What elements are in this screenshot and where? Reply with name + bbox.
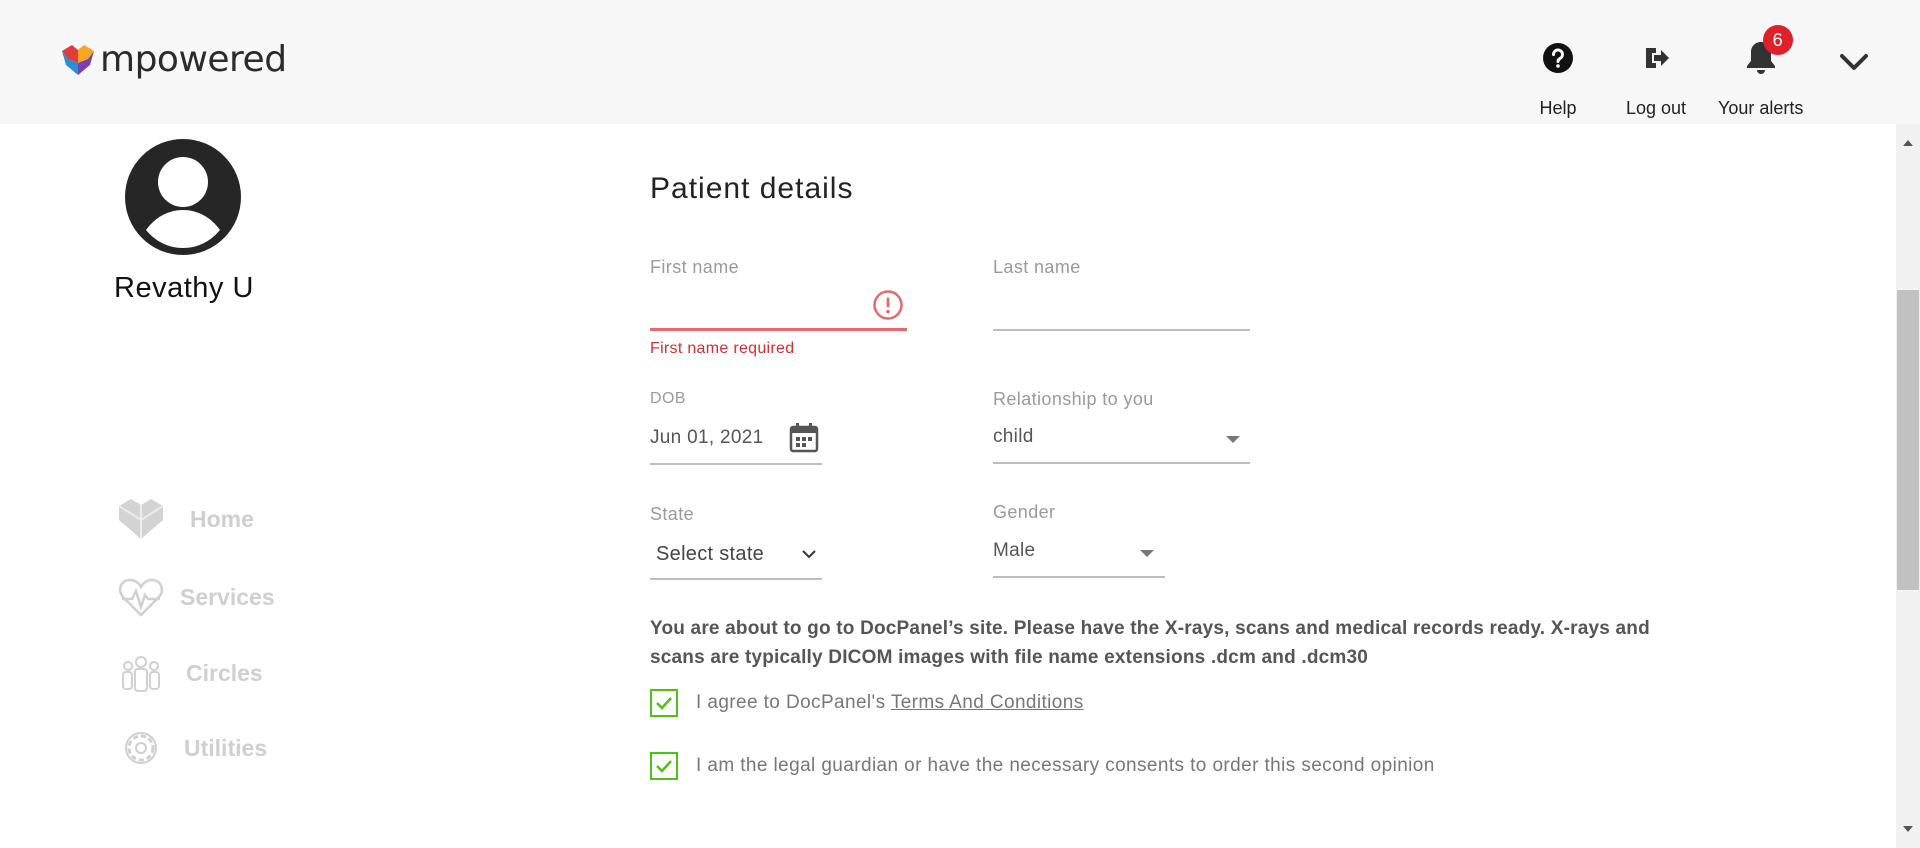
- legal-guardian-label: I am the legal guardian or have the nece…: [696, 755, 1435, 776]
- sidebar-item-label: Utilities: [184, 734, 268, 761]
- gender-select[interactable]: Male: [993, 540, 1035, 562]
- scrollbar[interactable]: [1896, 124, 1920, 848]
- alerts-button[interactable]: 6 Your alerts: [1718, 25, 1804, 119]
- avatar[interactable]: [124, 138, 242, 256]
- gender-underline: [993, 576, 1165, 578]
- logo-text: mpowered: [100, 39, 287, 80]
- first-name-input[interactable]: [650, 292, 860, 322]
- first-name-error: First name required: [650, 340, 795, 357]
- logo-heart-icon: [62, 45, 94, 75]
- mpowered-logo[interactable]: mpowered: [62, 42, 287, 78]
- state-label: State: [650, 504, 695, 524]
- agree-terms-prefix: I agree to DocPanel's: [696, 692, 891, 713]
- caret-down-icon[interactable]: [1224, 432, 1242, 444]
- last-name-input[interactable]: [993, 292, 1250, 322]
- gender-label: Gender: [993, 502, 1056, 522]
- state-underline: [650, 578, 822, 580]
- sidebar-item-services[interactable]: Services: [116, 574, 275, 620]
- sidebar-item-label: Home: [190, 505, 254, 532]
- checkmark-icon: [656, 697, 672, 710]
- sidebar-item-label: Services: [180, 583, 275, 610]
- sidebar-item-label: Circles: [186, 659, 263, 686]
- agree-terms-checkbox[interactable]: [650, 689, 678, 717]
- people-group-icon: [116, 650, 166, 696]
- dob-label: DOB: [650, 390, 686, 407]
- terms-link[interactable]: Terms And Conditions: [891, 692, 1084, 713]
- error-icon: [872, 289, 904, 321]
- bell-icon: 6: [1741, 25, 1793, 78]
- home-heart-icon: [116, 496, 166, 542]
- docpanel-info-text: You are about to go to DocPanel’s site. …: [650, 618, 1650, 668]
- caret-down-icon[interactable]: [1138, 546, 1156, 558]
- logout-icon: [1636, 38, 1676, 78]
- help-label: Help: [1539, 98, 1577, 118]
- state-select[interactable]: Select state: [656, 543, 764, 566]
- dob-input[interactable]: Jun 01, 2021: [650, 427, 763, 449]
- relationship-label: Relationship to you: [993, 389, 1154, 409]
- sidebar-item-circles[interactable]: Circles: [116, 650, 263, 696]
- first-name-underline: [650, 328, 907, 331]
- relationship-underline: [993, 462, 1250, 464]
- alerts-label: Your alerts: [1718, 98, 1804, 118]
- relationship-select[interactable]: child: [993, 426, 1034, 448]
- page-title: Patient details: [650, 172, 854, 205]
- scroll-thumb[interactable]: [1897, 290, 1919, 590]
- legal-guardian-checkbox[interactable]: [650, 752, 678, 780]
- scroll-down-arrow-icon[interactable]: [1896, 824, 1920, 838]
- alerts-count-badge: 6: [1762, 25, 1793, 55]
- gear-icon: [116, 725, 166, 771]
- chevron-down-icon[interactable]: [800, 547, 818, 561]
- scroll-up-arrow-icon[interactable]: [1896, 138, 1920, 152]
- top-header: mpowered Help Log out 6 Your alerts: [0, 0, 1920, 124]
- last-name-label: Last name: [993, 257, 1081, 277]
- agree-terms-label: I agree to DocPanel's Terms And Conditio…: [696, 692, 1084, 714]
- checkmark-icon: [656, 760, 672, 773]
- last-name-underline: [993, 329, 1250, 331]
- profile-name: Revathy U: [114, 272, 254, 304]
- first-name-label: First name: [650, 257, 740, 277]
- logout-label: Log out: [1626, 98, 1687, 118]
- logout-button[interactable]: Log out: [1626, 38, 1686, 119]
- heart-pulse-icon: [116, 574, 166, 620]
- help-button[interactable]: Help: [1538, 38, 1578, 119]
- calendar-icon[interactable]: [788, 422, 820, 454]
- sidebar-item-home[interactable]: Home: [116, 496, 254, 542]
- help-icon: [1538, 38, 1578, 78]
- sidebar-item-utilities[interactable]: Utilities: [116, 725, 267, 771]
- chevron-down-icon[interactable]: [1836, 46, 1872, 78]
- dob-underline: [650, 463, 822, 465]
